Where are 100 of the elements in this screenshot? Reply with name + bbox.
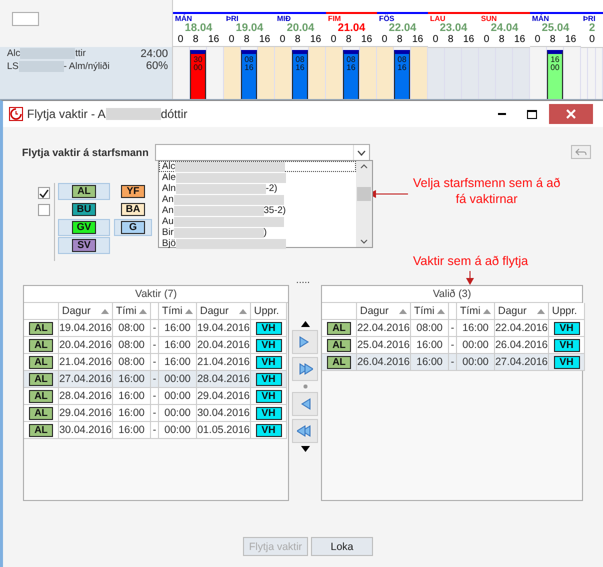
- shift-tag: AL: [29, 322, 53, 334]
- approver-tag: VH: [256, 338, 282, 352]
- move-all-left-button[interactable]: [292, 419, 318, 443]
- undo-button[interactable]: [571, 145, 591, 159]
- employee-option[interactable]: Au: [159, 216, 356, 227]
- column-label: Dagur: [62, 305, 91, 317]
- column-label: Dagur: [200, 305, 229, 317]
- shift-block[interactable]: 08 16: [241, 50, 257, 99]
- double-arrow-icon: [297, 423, 313, 439]
- employee-percent: 60%: [146, 60, 168, 72]
- employee-option[interactable]: Aln -2): [159, 183, 356, 194]
- scroll-up-icon[interactable]: [300, 321, 310, 327]
- approver-tag: VH: [256, 356, 282, 368]
- close-button[interactable]: [549, 104, 593, 124]
- employee-option[interactable]: An 35-2): [159, 205, 356, 216]
- table-cell: 20.04.2016: [59, 337, 113, 354]
- move-all-right-button[interactable]: [292, 357, 318, 381]
- tag-option[interactable]: SV: [58, 237, 110, 254]
- tag-option[interactable]: AL: [58, 183, 110, 200]
- table-cell: 16:00: [457, 320, 495, 337]
- approver-tag: VH: [256, 322, 282, 334]
- table-cell: 01.05.2016: [197, 422, 251, 439]
- shift-block[interactable]: 08 16: [394, 50, 410, 99]
- table-cell: 30.04.2016: [59, 422, 113, 439]
- time-slot: [309, 47, 326, 99]
- column-header[interactable]: Uppr.: [251, 303, 287, 320]
- checkbox[interactable]: [38, 204, 50, 216]
- table-cell: 28.04.2016: [59, 388, 113, 405]
- chevron-up-icon: [360, 164, 368, 169]
- table-cell: 27.04.2016: [59, 371, 113, 388]
- table-cell: -: [151, 371, 159, 388]
- column-header[interactable]: Dagur: [197, 303, 251, 320]
- scrollbar[interactable]: [356, 161, 372, 247]
- option-text: Bjö: [162, 238, 176, 249]
- table-cell: 19.04.2016: [59, 320, 113, 337]
- time-slot: [224, 47, 241, 99]
- approver-tag: VH: [554, 338, 580, 352]
- table-cell: 16:00: [113, 371, 151, 388]
- employee-option[interactable]: Ale: [159, 172, 356, 183]
- employee-name: Alc: [7, 48, 20, 59]
- table-cell: 27.04.2016: [495, 354, 549, 371]
- move-right-button[interactable]: [292, 330, 318, 354]
- hour-label: 0: [178, 34, 184, 46]
- dialog-button[interactable]: Loka: [311, 537, 373, 556]
- shift-tag: AL: [327, 356, 351, 368]
- column-header[interactable]: Dagur: [59, 303, 113, 320]
- shift-tag: BA: [121, 203, 145, 216]
- employee-option[interactable]: Alc: [159, 161, 356, 172]
- shift-block[interactable]: 08 16: [343, 50, 359, 99]
- option-text: Bir: [162, 227, 174, 238]
- shift-tag: AL: [29, 424, 53, 436]
- annotation-text: Velja starfsmenn sem á að fá vaktirnar: [413, 175, 560, 207]
- column-header[interactable]: Tími: [457, 303, 495, 320]
- column-header[interactable]: Tími: [113, 303, 151, 320]
- shift-block[interactable]: 30 00: [190, 50, 206, 99]
- table-cell: 16:00: [113, 422, 151, 439]
- move-left-button[interactable]: [292, 392, 318, 416]
- approver-tag: VH: [256, 424, 282, 436]
- tag-option[interactable]: BA: [114, 201, 152, 218]
- shift-tag: BU: [72, 203, 96, 216]
- column-header[interactable]: Dagur: [495, 303, 549, 320]
- column-header[interactable]: Tími: [411, 303, 449, 320]
- tag-option[interactable]: GV: [58, 219, 110, 236]
- employee-option[interactable]: An: [159, 194, 356, 205]
- employee-option[interactable]: Bir ): [159, 227, 356, 238]
- employee-option[interactable]: Bjö: [159, 238, 356, 249]
- shift-block[interactable]: 16 00: [547, 50, 563, 99]
- blank-field[interactable]: [12, 12, 39, 26]
- approver-tag: VH: [554, 356, 580, 368]
- sort-icon: [139, 308, 147, 314]
- option-text: Ale: [162, 172, 176, 183]
- tag-option[interactable]: YF: [114, 183, 152, 200]
- table-cell: 22.04.2016: [357, 320, 411, 337]
- date-label: 21.04: [336, 23, 366, 34]
- time-slot: [360, 47, 377, 99]
- scroll-down-icon[interactable]: [300, 446, 310, 452]
- scrollbar-thumb[interactable]: [357, 187, 371, 201]
- table-cell: 08:00: [113, 337, 151, 354]
- column-header[interactable]: Uppr.: [549, 303, 585, 320]
- shift-block[interactable]: 08 16: [292, 50, 308, 99]
- approver-tag: VH: [554, 322, 580, 334]
- table-cell: 22.04.2016: [495, 320, 549, 337]
- hour-label: 8: [294, 34, 300, 46]
- column-label: Dagur: [498, 305, 527, 317]
- tag-option[interactable]: G: [114, 219, 152, 236]
- hour-label: 16: [259, 34, 270, 46]
- table-cell: -: [151, 337, 159, 354]
- chevron-down-icon: [360, 239, 368, 244]
- date-label: 23.04: [438, 23, 468, 34]
- checkbox[interactable]: [38, 187, 50, 199]
- option-text: An: [162, 205, 174, 216]
- table-cell: -: [449, 320, 457, 337]
- splitter-handle[interactable]: .....: [3, 277, 603, 285]
- column-header[interactable]: Dagur: [357, 303, 411, 320]
- column-header[interactable]: Tími: [159, 303, 197, 320]
- hour-label: 8: [498, 34, 504, 46]
- hour-label: 0: [484, 34, 490, 46]
- employee-row[interactable]: Alc ttir LS - Alm/nýliði 24:00 60%: [0, 47, 172, 99]
- employee-dropdown[interactable]: [155, 144, 370, 161]
- tag-option[interactable]: BU: [58, 201, 110, 218]
